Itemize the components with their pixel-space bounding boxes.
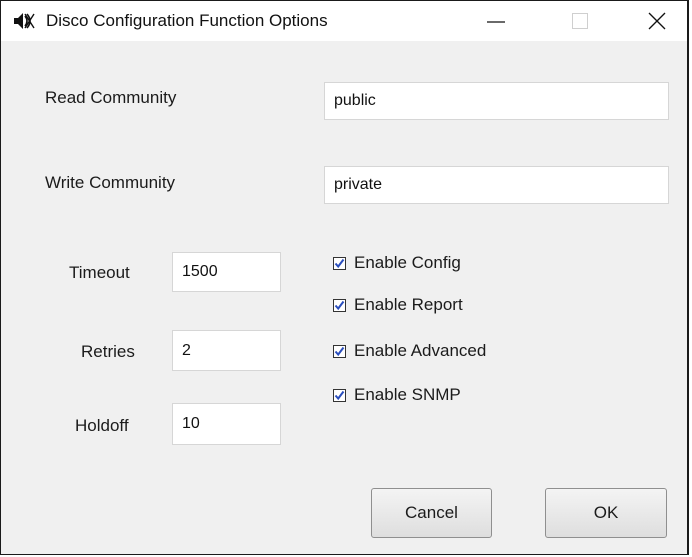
holdoff-label: Holdoff: [75, 416, 129, 435]
timeout-input[interactable]: 1500: [172, 252, 281, 292]
speaker-icon: [14, 13, 35, 29]
retries-label: Retries: [81, 342, 135, 361]
enable-snmp-label: Enable SNMP: [354, 385, 461, 404]
enable-snmp-checkbox[interactable]: Enable SNMP: [333, 384, 461, 406]
maximize-button[interactable]: [548, 1, 612, 41]
checkmark-icon: [334, 390, 345, 400]
enable-config-checkbox[interactable]: Enable Config: [333, 252, 461, 274]
checkmark-icon: [334, 300, 345, 310]
close-icon: [648, 12, 666, 30]
ok-button[interactable]: OK: [545, 488, 667, 538]
enable-report-checkbox[interactable]: Enable Report: [333, 294, 463, 316]
read-community-label: Read Community: [45, 88, 177, 107]
timeout-label: Timeout: [69, 263, 130, 282]
checkbox-box[interactable]: [333, 344, 346, 358]
read-community-input[interactable]: public: [324, 82, 669, 120]
cancel-button[interactable]: Cancel: [371, 488, 492, 538]
retries-input[interactable]: 2: [172, 330, 281, 371]
checkmark-icon: [334, 346, 345, 356]
write-community-label: Write Community: [45, 173, 176, 192]
enable-advanced-checkbox[interactable]: Enable Advanced: [333, 340, 486, 362]
enable-config-label: Enable Config: [354, 253, 461, 272]
minimize-icon: [487, 21, 505, 23]
checkbox-box[interactable]: [333, 256, 346, 270]
minimize-button[interactable]: [464, 1, 528, 41]
title-bar[interactable]: Disco Configuration Function Options: [1, 1, 687, 41]
close-button[interactable]: [625, 1, 689, 41]
checkmark-icon: [334, 258, 345, 268]
window-title: Disco Configuration Function Options: [46, 11, 328, 30]
checkbox-box[interactable]: [333, 388, 346, 402]
dialog-window: Disco Configuration Function Options Rea…: [0, 0, 689, 555]
enable-advanced-label: Enable Advanced: [354, 341, 487, 360]
write-community-input[interactable]: private: [324, 166, 669, 204]
enable-report-label: Enable Report: [354, 295, 463, 314]
holdoff-input[interactable]: 10: [172, 403, 281, 445]
maximize-icon: [572, 13, 588, 29]
checkbox-box[interactable]: [333, 298, 346, 312]
